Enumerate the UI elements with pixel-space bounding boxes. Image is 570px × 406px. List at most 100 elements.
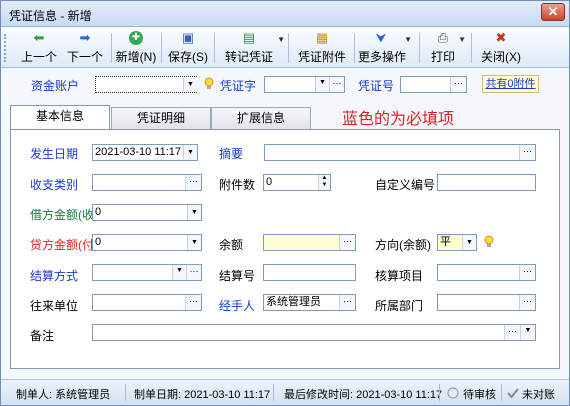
ellipsis-button[interactable]: ···	[186, 265, 201, 280]
ellipsis-button[interactable]: ···	[185, 175, 201, 190]
post-voucher-button[interactable]: ▤ 转记凭证 ▼	[221, 30, 285, 65]
ellipsis-button[interactable]: ···	[339, 235, 355, 250]
save-button[interactable]: ▣ 保存(S)	[166, 31, 210, 65]
modified-time-text: 最后修改时间: 2021-03-10 11:17	[284, 389, 443, 401]
chevron-down-icon[interactable]: ▼	[315, 77, 329, 92]
toolbar-separator	[471, 33, 472, 63]
more-actions-button[interactable]: ⮟ 更多操作 ▼	[358, 30, 412, 65]
chevron-down-icon[interactable]: ▼	[187, 235, 201, 250]
status-separator	[273, 384, 274, 401]
custom-no-field[interactable]	[437, 174, 536, 191]
toolbar-separator	[214, 33, 215, 63]
reconcile-status-text: 未对账	[522, 389, 555, 401]
toolbar-grip[interactable]	[4, 34, 7, 62]
voucher-word-field[interactable]: ▼ ···	[264, 76, 345, 93]
stepper-arrows-icon[interactable]: ▲ ▼	[318, 175, 330, 190]
ellipsis-button[interactable]: ···	[450, 77, 466, 92]
audit-item-field[interactable]: ···	[437, 264, 536, 281]
ellipsis-button[interactable]: ···	[504, 325, 520, 340]
save-icon: ▣	[181, 30, 195, 45]
partner-field[interactable]: ···	[92, 294, 202, 311]
ellipsis-button[interactable]: ···	[519, 265, 535, 280]
ellipsis-button[interactable]: ···	[519, 145, 535, 160]
attachment-count-link[interactable]: 共有0附件	[482, 75, 539, 93]
post-voucher-icon: ▤	[242, 30, 256, 45]
toolbar: ⬅ 上一个 ➡ 下一个 ✚ 新增(N) ▣ 保存(S) ▤ 转记凭证 ▼ ▦ 凭…	[1, 28, 569, 68]
attachments-count-stepper[interactable]: 0 ▲ ▼	[263, 174, 331, 191]
required-hint: 蓝色的为必填项	[342, 111, 455, 128]
arrow-right-icon: ➡	[79, 30, 91, 45]
chevron-down-icon[interactable]: ▼	[183, 77, 197, 92]
toolbar-separator	[419, 33, 420, 63]
print-button[interactable]: ⎙ 打印 ▼	[428, 30, 466, 65]
status-separator	[439, 384, 440, 401]
chevron-down-icon[interactable]: ▼	[520, 325, 535, 340]
add-icon: ✚	[129, 31, 143, 45]
voucher-no-field[interactable]: ···	[400, 76, 467, 93]
lightbulb-icon[interactable]	[484, 235, 494, 249]
settle-no-field[interactable]	[263, 264, 356, 281]
chevron-down-icon[interactable]: ▼	[172, 265, 186, 280]
direction-label: 方向(余额)	[375, 238, 431, 252]
chevron-down-icon[interactable]: ▼	[277, 35, 285, 44]
voucher-no-label: 凭证号	[358, 79, 395, 93]
category-field[interactable]: ···	[92, 174, 202, 191]
close-icon: ✖	[495, 30, 507, 45]
date-label: 发生日期	[30, 147, 79, 161]
chevron-down-icon[interactable]: ▼	[458, 35, 466, 44]
close-button[interactable]: ✖ 关闭(X)	[477, 31, 525, 65]
ellipsis-button[interactable]: ···	[519, 295, 535, 310]
settle-method-field[interactable]: ▼ ···	[92, 264, 202, 281]
summary-field[interactable]: ···	[264, 144, 536, 161]
settle-no-label: 结算号	[219, 269, 256, 283]
new-button[interactable]: ✚ 新增(N)	[114, 31, 158, 65]
remark-field[interactable]: ··· ▼	[92, 324, 536, 341]
audit-item-label: 核算项目	[375, 269, 424, 283]
toolbar-separator	[288, 33, 289, 63]
tab-voucher-details[interactable]: 凭证明细	[111, 107, 211, 129]
more-icon: ⮟	[375, 30, 387, 45]
created-date-text: 制单日期: 2021-03-10 11:17	[134, 389, 271, 401]
window-title: 凭证信息 - 新增	[9, 9, 92, 23]
toolbar-separator	[161, 33, 162, 63]
account-select[interactable]	[95, 76, 197, 93]
ellipsis-button[interactable]: ···	[329, 77, 344, 92]
status-bar: 制单人: 系统管理员 制单日期: 2021-03-10 11:17 最后修改时间…	[1, 379, 569, 405]
department-field[interactable]: ···	[437, 294, 536, 311]
chevron-down-icon[interactable]: ▼	[187, 205, 201, 220]
chevron-down-icon[interactable]: ▼	[462, 235, 476, 250]
partner-label: 往来单位	[30, 299, 79, 313]
handler-label: 经手人	[219, 299, 256, 313]
handler-field[interactable]: 系统管理员 ···	[263, 294, 356, 311]
summary-label: 摘要	[219, 147, 244, 161]
tab-extended-info[interactable]: 扩展信息	[211, 107, 311, 129]
status-separator	[125, 384, 126, 401]
status-separator	[501, 384, 502, 401]
voucher-attachment-button[interactable]: ▦ 凭证附件	[294, 31, 350, 65]
window-close-button[interactable]: ✕	[541, 3, 565, 21]
ellipsis-button[interactable]: ···	[339, 295, 355, 310]
remark-label: 备注	[30, 329, 55, 343]
attachments-count-label: 附件数	[219, 178, 256, 192]
review-status-text: 待审核	[463, 389, 496, 401]
title-bar: 凭证信息 - 新增 ✕	[1, 1, 569, 27]
printer-icon: ⎙	[437, 30, 449, 45]
arrow-left-icon: ⬅	[33, 30, 45, 45]
debit-label: 借方金额(收)	[30, 208, 98, 222]
voucher-window: 凭证信息 - 新增 ✕ ⬅ 上一个 ➡ 下一个 ✚ 新增(N) ▣ 保存(S) …	[0, 0, 570, 406]
toolbar-separator	[111, 33, 112, 63]
debit-field[interactable]: 0 ▼	[92, 204, 202, 221]
direction-select[interactable]: 平 ▼	[437, 234, 477, 251]
next-button[interactable]: ➡ 下一个	[62, 31, 108, 65]
credit-field[interactable]: 0 ▼	[92, 234, 202, 251]
date-field[interactable]: 2021-03-10 11:17 ▼	[92, 144, 198, 161]
chevron-down-icon[interactable]: ▼	[183, 145, 197, 160]
settle-method-label: 结算方式	[30, 269, 79, 283]
account-label: 资金账户	[31, 79, 80, 93]
lightbulb-icon[interactable]	[204, 77, 214, 91]
chevron-down-icon[interactable]: ▼	[404, 35, 412, 44]
tab-basic-info[interactable]: 基本信息	[10, 105, 110, 129]
ellipsis-button[interactable]: ···	[185, 295, 201, 310]
prev-button[interactable]: ⬅ 上一个	[16, 31, 62, 65]
balance-field[interactable]: ···	[263, 234, 356, 251]
